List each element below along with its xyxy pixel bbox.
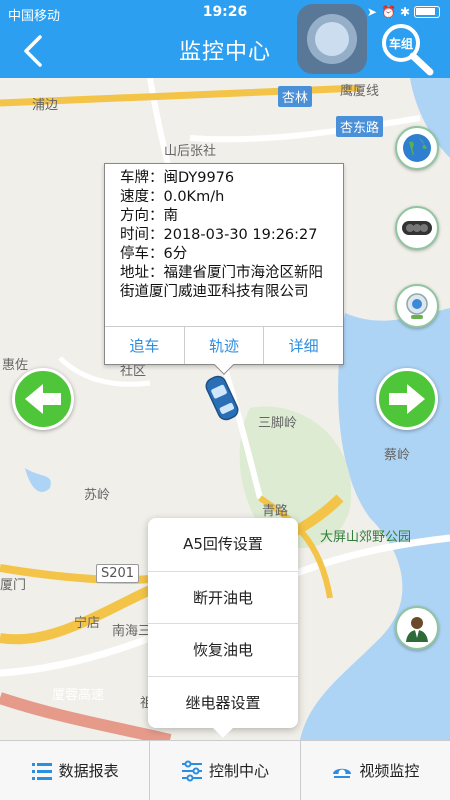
person-icon [406, 617, 428, 642]
bluetooth-icon: ✱ [399, 5, 410, 19]
assistive-touch-button[interactable] [297, 4, 367, 74]
traffic-button[interactable] [395, 206, 439, 250]
arrow-right-icon [389, 384, 425, 414]
control-menu: A5回传设置 断开油电 恢复油电 继电器设置 [148, 518, 298, 738]
battery-icon [414, 6, 440, 18]
list-icon [31, 762, 52, 780]
parking-line: 停车：6分 [120, 246, 188, 262]
globe-icon [403, 134, 431, 162]
map-place: 大屏山郊野公园 [320, 530, 412, 545]
map-place: 厦蓉高速 [52, 688, 105, 703]
menu-item-a5-setting[interactable]: A5回传设置 [148, 518, 298, 571]
arrow-left-icon [25, 384, 61, 414]
tab-label: 数据报表 [58, 762, 119, 780]
road-code-label: S201 [96, 564, 140, 583]
tab-control-center[interactable]: 控制中心 [149, 741, 299, 800]
map-place: 山后张社 [164, 144, 217, 159]
map-place: 南海三 [112, 624, 152, 639]
map-place: 三脚岭 [258, 416, 298, 431]
tab-video-monitor[interactable]: 视频监控 [299, 741, 450, 800]
map-view[interactable]: 浦边 杏林 鹰厦线 杏东路 山后张社 惠佐 社区 三脚岭 苏岭 蔡岭 青路 大屏… [0, 78, 450, 740]
map-place: 惠佐 [2, 358, 29, 373]
top-bar: 中国移动 19:26 ➤ ⏰ ✱ 监控中心 车组 [0, 0, 450, 78]
vehicle-group-button[interactable]: 车组 [378, 22, 436, 78]
tab-label: 视频监控 [359, 762, 420, 780]
globe-button[interactable] [395, 126, 439, 170]
map-road-name: 青路 [262, 504, 289, 519]
map-place: 宁店 [74, 616, 101, 631]
camera-view-button[interactable] [395, 284, 439, 328]
map-place: 鹰厦线 [340, 84, 380, 99]
map-place: 蔡岭 [384, 448, 411, 463]
traffic-light-icon [402, 221, 432, 235]
map-place: 苏岭 [84, 488, 111, 503]
vehicle-info-popup: 车牌：闽DY9976 速度：0.0Km/h 方向：南 时间：2018-03-30… [104, 163, 344, 375]
map-place: 厦门 [0, 578, 27, 593]
camera-icon [333, 768, 352, 778]
direction-line: 方向：南 [120, 208, 178, 224]
webcam-icon [406, 293, 428, 319]
previous-vehicle-button[interactable] [12, 368, 74, 430]
magnifier-icon: 车组 [382, 24, 434, 76]
address-line: 地址：福建省厦门市海沧区新阳街道厦门威迪亚科技有限公司 [120, 265, 323, 300]
tab-data-report[interactable]: 数据报表 [0, 741, 149, 800]
location-icon: ➤ [366, 5, 377, 19]
status-icons: ➤ ⏰ ✱ [367, 5, 440, 19]
track-car-button[interactable]: 追车 [105, 327, 184, 364]
next-vehicle-button[interactable] [376, 368, 438, 430]
plate-line: 车牌：闽DY9976 [120, 170, 235, 186]
driver-button[interactable] [395, 606, 439, 650]
bottom-tab-bar: 数据报表 控制中心 视频监控 [0, 740, 450, 800]
menu-item-cut-power[interactable]: 断开油电 [148, 570, 298, 624]
speed-line: 速度：0.0Km/h [120, 189, 225, 205]
time-line: 时间：2018-03-30 19:26:27 [120, 227, 318, 243]
sliders-icon [181, 760, 202, 781]
map-place: 浦边 [32, 98, 59, 113]
alarm-icon: ⏰ [380, 5, 396, 19]
tab-label: 控制中心 [208, 762, 269, 780]
details-button[interactable]: 详细 [263, 327, 343, 364]
map-place: 杏东路 [336, 116, 384, 137]
map-place: 杏林 [278, 86, 313, 107]
group-button-label: 车组 [389, 36, 413, 51]
menu-item-restore-power[interactable]: 恢复油电 [148, 623, 298, 676]
